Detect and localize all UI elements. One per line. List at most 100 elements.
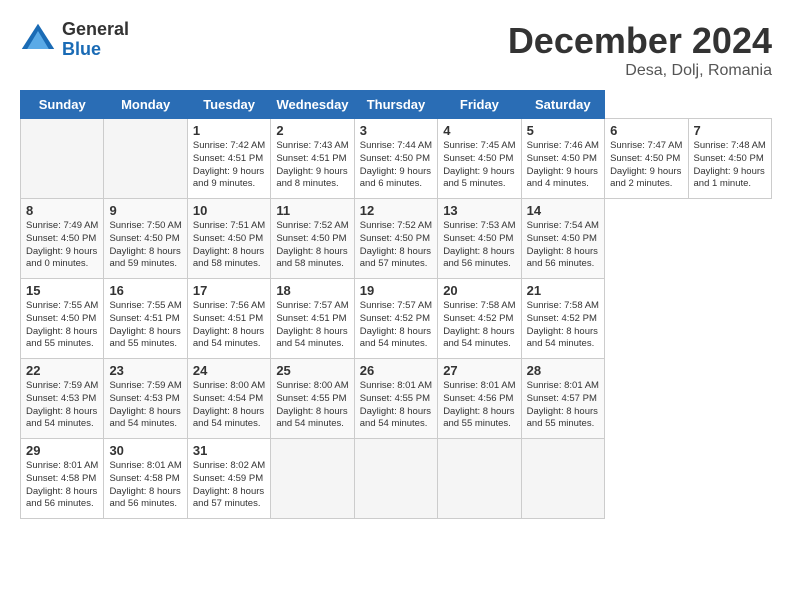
calendar-cell: 23 Sunrise: 7:59 AM Sunset: 4:53 PM Dayl… xyxy=(104,359,187,439)
calendar-cell: 14 Sunrise: 7:54 AM Sunset: 4:50 PM Dayl… xyxy=(521,199,604,279)
weekday-friday: Friday xyxy=(438,91,521,119)
day-info: Sunrise: 7:43 AM Sunset: 4:51 PM Dayligh… xyxy=(276,140,348,191)
weekday-tuesday: Tuesday xyxy=(187,91,270,119)
calendar-cell: 6 Sunrise: 7:47 AM Sunset: 4:50 PM Dayli… xyxy=(605,119,688,199)
day-info: Sunrise: 7:50 AM Sunset: 4:50 PM Dayligh… xyxy=(109,220,181,271)
calendar-cell: 9 Sunrise: 7:50 AM Sunset: 4:50 PM Dayli… xyxy=(104,199,187,279)
day-number: 20 xyxy=(443,283,515,298)
day-number: 3 xyxy=(360,123,432,138)
day-number: 10 xyxy=(193,203,265,218)
weekday-monday: Monday xyxy=(104,91,187,119)
day-info: Sunrise: 7:44 AM Sunset: 4:50 PM Dayligh… xyxy=(360,140,432,191)
day-info: Sunrise: 7:53 AM Sunset: 4:50 PM Dayligh… xyxy=(443,220,515,271)
day-info: Sunrise: 7:48 AM Sunset: 4:50 PM Dayligh… xyxy=(694,140,767,191)
calendar-cell: 19 Sunrise: 7:57 AM Sunset: 4:52 PM Dayl… xyxy=(354,279,437,359)
calendar-cell: 15 Sunrise: 7:55 AM Sunset: 4:50 PM Dayl… xyxy=(21,279,104,359)
day-number: 19 xyxy=(360,283,432,298)
calendar-cell: 24 Sunrise: 8:00 AM Sunset: 4:54 PM Dayl… xyxy=(187,359,270,439)
day-info: Sunrise: 8:01 AM Sunset: 4:58 PM Dayligh… xyxy=(109,460,181,511)
calendar-cell: 26 Sunrise: 8:01 AM Sunset: 4:55 PM Dayl… xyxy=(354,359,437,439)
calendar-cell: 8 Sunrise: 7:49 AM Sunset: 4:50 PM Dayli… xyxy=(21,199,104,279)
day-number: 7 xyxy=(694,123,767,138)
calendar-cell: 7 Sunrise: 7:48 AM Sunset: 4:50 PM Dayli… xyxy=(688,119,772,199)
logo: General Blue xyxy=(20,20,129,60)
day-number: 18 xyxy=(276,283,348,298)
day-info: Sunrise: 7:57 AM Sunset: 4:52 PM Dayligh… xyxy=(360,300,432,351)
subtitle: Desa, Dolj, Romania xyxy=(508,62,772,80)
calendar-cell: 29 Sunrise: 8:01 AM Sunset: 4:58 PM Dayl… xyxy=(21,439,104,519)
calendar-week-5: 29 Sunrise: 8:01 AM Sunset: 4:58 PM Dayl… xyxy=(21,439,772,519)
day-info: Sunrise: 7:56 AM Sunset: 4:51 PM Dayligh… xyxy=(193,300,265,351)
day-info: Sunrise: 7:52 AM Sunset: 4:50 PM Dayligh… xyxy=(360,220,432,271)
day-number: 6 xyxy=(610,123,682,138)
calendar-cell: 30 Sunrise: 8:01 AM Sunset: 4:58 PM Dayl… xyxy=(104,439,187,519)
weekday-wednesday: Wednesday xyxy=(271,91,354,119)
day-number: 13 xyxy=(443,203,515,218)
calendar-cell: 22 Sunrise: 7:59 AM Sunset: 4:53 PM Dayl… xyxy=(21,359,104,439)
day-info: Sunrise: 8:00 AM Sunset: 4:54 PM Dayligh… xyxy=(193,380,265,431)
calendar-week-2: 8 Sunrise: 7:49 AM Sunset: 4:50 PM Dayli… xyxy=(21,199,772,279)
day-info: Sunrise: 7:54 AM Sunset: 4:50 PM Dayligh… xyxy=(527,220,599,271)
calendar-cell xyxy=(438,439,521,519)
weekday-thursday: Thursday xyxy=(354,91,437,119)
calendar-cell: 3 Sunrise: 7:44 AM Sunset: 4:50 PM Dayli… xyxy=(354,119,437,199)
day-number: 21 xyxy=(527,283,599,298)
day-number: 22 xyxy=(26,363,98,378)
day-info: Sunrise: 7:59 AM Sunset: 4:53 PM Dayligh… xyxy=(26,380,98,431)
day-number: 2 xyxy=(276,123,348,138)
calendar-cell: 25 Sunrise: 8:00 AM Sunset: 4:55 PM Dayl… xyxy=(271,359,354,439)
day-number: 5 xyxy=(527,123,599,138)
calendar-cell: 2 Sunrise: 7:43 AM Sunset: 4:51 PM Dayli… xyxy=(271,119,354,199)
day-number: 17 xyxy=(193,283,265,298)
month-title: December 2024 xyxy=(508,20,772,62)
calendar-cell: 11 Sunrise: 7:52 AM Sunset: 4:50 PM Dayl… xyxy=(271,199,354,279)
calendar-cell: 17 Sunrise: 7:56 AM Sunset: 4:51 PM Dayl… xyxy=(187,279,270,359)
calendar-week-1: 1 Sunrise: 7:42 AM Sunset: 4:51 PM Dayli… xyxy=(21,119,772,199)
calendar-week-4: 22 Sunrise: 7:59 AM Sunset: 4:53 PM Dayl… xyxy=(21,359,772,439)
day-number: 12 xyxy=(360,203,432,218)
title-area: December 2024 Desa, Dolj, Romania xyxy=(508,20,772,80)
day-info: Sunrise: 7:46 AM Sunset: 4:50 PM Dayligh… xyxy=(527,140,599,191)
calendar-cell: 27 Sunrise: 8:01 AM Sunset: 4:56 PM Dayl… xyxy=(438,359,521,439)
weekday-header: SundayMondayTuesdayWednesdayThursdayFrid… xyxy=(21,91,772,119)
day-number: 30 xyxy=(109,443,181,458)
day-number: 8 xyxy=(26,203,98,218)
day-number: 14 xyxy=(527,203,599,218)
day-number: 23 xyxy=(109,363,181,378)
day-info: Sunrise: 8:01 AM Sunset: 4:56 PM Dayligh… xyxy=(443,380,515,431)
day-info: Sunrise: 7:59 AM Sunset: 4:53 PM Dayligh… xyxy=(109,380,181,431)
calendar-cell xyxy=(104,119,187,199)
calendar-cell xyxy=(354,439,437,519)
day-info: Sunrise: 8:02 AM Sunset: 4:59 PM Dayligh… xyxy=(193,460,265,511)
day-info: Sunrise: 7:42 AM Sunset: 4:51 PM Dayligh… xyxy=(193,140,265,191)
day-number: 26 xyxy=(360,363,432,378)
calendar-cell: 31 Sunrise: 8:02 AM Sunset: 4:59 PM Dayl… xyxy=(187,439,270,519)
calendar-cell: 16 Sunrise: 7:55 AM Sunset: 4:51 PM Dayl… xyxy=(104,279,187,359)
day-info: Sunrise: 7:45 AM Sunset: 4:50 PM Dayligh… xyxy=(443,140,515,191)
calendar-cell: 1 Sunrise: 7:42 AM Sunset: 4:51 PM Dayli… xyxy=(187,119,270,199)
day-info: Sunrise: 7:57 AM Sunset: 4:51 PM Dayligh… xyxy=(276,300,348,351)
day-info: Sunrise: 8:01 AM Sunset: 4:55 PM Dayligh… xyxy=(360,380,432,431)
calendar-cell: 13 Sunrise: 7:53 AM Sunset: 4:50 PM Dayl… xyxy=(438,199,521,279)
calendar-cell: 28 Sunrise: 8:01 AM Sunset: 4:57 PM Dayl… xyxy=(521,359,604,439)
calendar-cell: 10 Sunrise: 7:51 AM Sunset: 4:50 PM Dayl… xyxy=(187,199,270,279)
day-info: Sunrise: 7:52 AM Sunset: 4:50 PM Dayligh… xyxy=(276,220,348,271)
day-info: Sunrise: 7:49 AM Sunset: 4:50 PM Dayligh… xyxy=(26,220,98,271)
weekday-sunday: Sunday xyxy=(21,91,104,119)
day-number: 31 xyxy=(193,443,265,458)
logo-blue: Blue xyxy=(62,40,129,60)
day-number: 15 xyxy=(26,283,98,298)
logo-general: General xyxy=(62,20,129,40)
day-number: 9 xyxy=(109,203,181,218)
day-info: Sunrise: 7:51 AM Sunset: 4:50 PM Dayligh… xyxy=(193,220,265,271)
day-number: 11 xyxy=(276,203,348,218)
day-info: Sunrise: 7:55 AM Sunset: 4:51 PM Dayligh… xyxy=(109,300,181,351)
calendar-cell: 5 Sunrise: 7:46 AM Sunset: 4:50 PM Dayli… xyxy=(521,119,604,199)
calendar-body: 1 Sunrise: 7:42 AM Sunset: 4:51 PM Dayli… xyxy=(21,119,772,519)
calendar-cell xyxy=(521,439,604,519)
day-info: Sunrise: 7:47 AM Sunset: 4:50 PM Dayligh… xyxy=(610,140,682,191)
calendar-cell: 20 Sunrise: 7:58 AM Sunset: 4:52 PM Dayl… xyxy=(438,279,521,359)
weekday-saturday: Saturday xyxy=(521,91,604,119)
day-number: 25 xyxy=(276,363,348,378)
day-info: Sunrise: 8:01 AM Sunset: 4:58 PM Dayligh… xyxy=(26,460,98,511)
